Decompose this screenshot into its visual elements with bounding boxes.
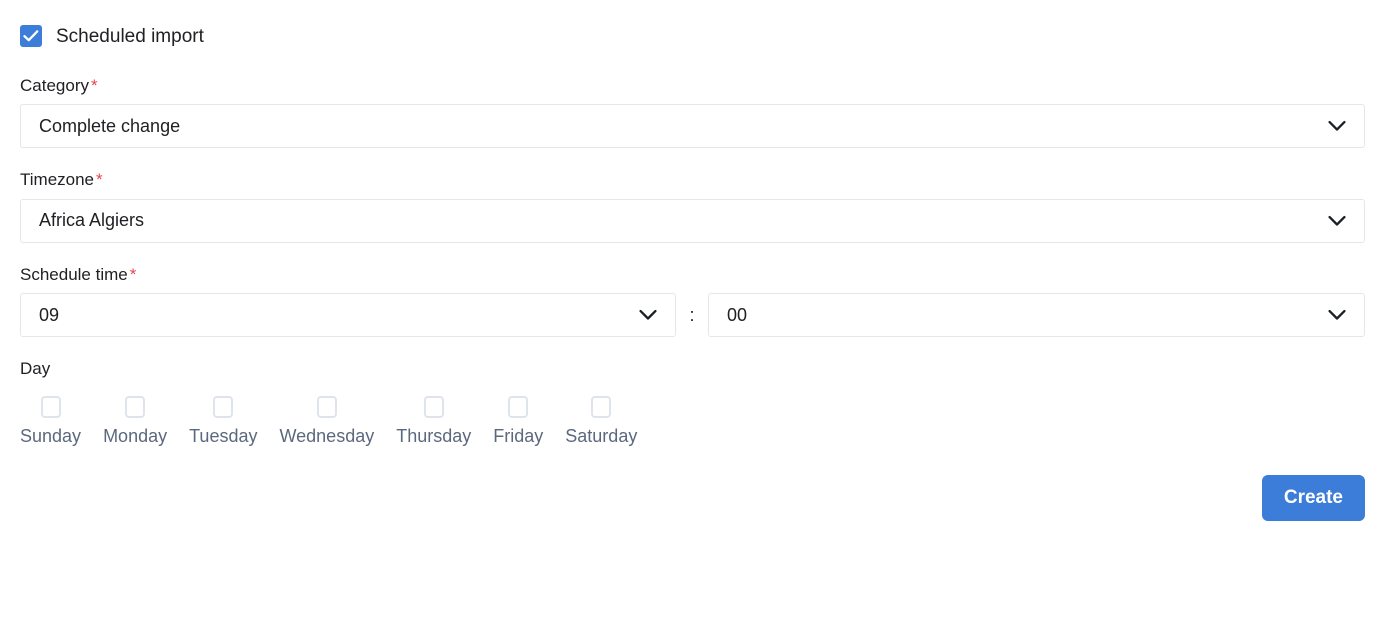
chevron-down-icon[interactable] <box>1328 121 1346 132</box>
day-label-text: Day <box>20 359 51 379</box>
timezone-selected-value: Africa Algiers <box>39 210 145 231</box>
day-label-wednesday: Wednesday <box>279 425 375 446</box>
timezone-required-asterisk: * <box>96 170 103 190</box>
category-label: Category * <box>20 76 1365 96</box>
clipped-bottom-text <box>0 618 1396 627</box>
day-option-wednesday[interactable]: Wednesday <box>279 395 375 446</box>
scheduled-import-row[interactable]: Scheduled import <box>20 18 1365 54</box>
chevron-down-icon[interactable] <box>1328 310 1346 321</box>
day-option-friday[interactable]: Friday <box>493 395 544 446</box>
day-label: Day <box>20 359 1365 379</box>
form-footer: Create <box>20 474 1365 521</box>
chevron-down-icon[interactable] <box>639 310 657 321</box>
scheduled-import-form: Scheduled import Category * Complete chan… <box>20 0 1365 521</box>
day-option-thursday[interactable]: Thursday <box>396 395 472 446</box>
schedule-time-row: 09 : 00 <box>20 293 1365 338</box>
scheduled-import-checkbox[interactable] <box>20 25 42 47</box>
day-option-saturday[interactable]: Saturday <box>565 395 638 446</box>
day-checkbox-monday[interactable] <box>125 395 146 418</box>
category-select[interactable]: Complete change <box>20 104 1365 149</box>
day-checkbox-saturday[interactable] <box>591 395 612 418</box>
schedule-minute-select[interactable]: 00 <box>708 293 1365 338</box>
scheduled-import-label: Scheduled import <box>56 25 204 47</box>
schedule-minute-value: 00 <box>727 304 748 325</box>
day-label-thursday: Thursday <box>396 425 472 446</box>
day-label-tuesday: Tuesday <box>189 425 258 446</box>
chevron-down-icon[interactable] <box>1328 215 1346 226</box>
day-checkbox-thursday[interactable] <box>423 395 444 418</box>
schedule-time-label: Schedule time * <box>20 265 1365 285</box>
category-required-asterisk: * <box>90 76 98 95</box>
day-label-saturday: Saturday <box>565 425 638 446</box>
time-separator: : <box>689 304 695 325</box>
day-option-sunday[interactable]: Sunday <box>20 395 82 446</box>
category-selected-value: Complete change <box>39 115 181 136</box>
schedule-hour-select[interactable]: 09 <box>20 293 676 338</box>
day-label-friday: Friday <box>493 425 544 446</box>
timezone-select[interactable]: Africa Algiers <box>20 198 1365 243</box>
day-label-monday: Monday <box>103 425 168 446</box>
day-checkbox-friday[interactable] <box>508 395 529 418</box>
day-option-monday[interactable]: Monday <box>103 395 168 446</box>
timezone-label-text: Timezone <box>20 170 95 190</box>
create-button[interactable]: Create <box>1261 474 1365 521</box>
schedule-hour-value: 09 <box>39 304 60 325</box>
day-checkbox-group: Sunday Monday Tuesday Wednesday Thursday… <box>20 395 1365 446</box>
timezone-label: Timezone * <box>20 170 1365 190</box>
day-checkbox-wednesday[interactable] <box>316 395 337 418</box>
category-label-text: Category <box>20 76 89 95</box>
day-checkbox-sunday[interactable] <box>40 395 61 418</box>
day-label-sunday: Sunday <box>20 425 82 446</box>
day-option-tuesday[interactable]: Tuesday <box>189 395 258 446</box>
schedule-time-required-asterisk: * <box>129 264 137 284</box>
schedule-time-label-text: Schedule time <box>20 264 128 284</box>
day-checkbox-tuesday[interactable] <box>213 395 234 418</box>
checkmark-icon <box>23 30 39 42</box>
